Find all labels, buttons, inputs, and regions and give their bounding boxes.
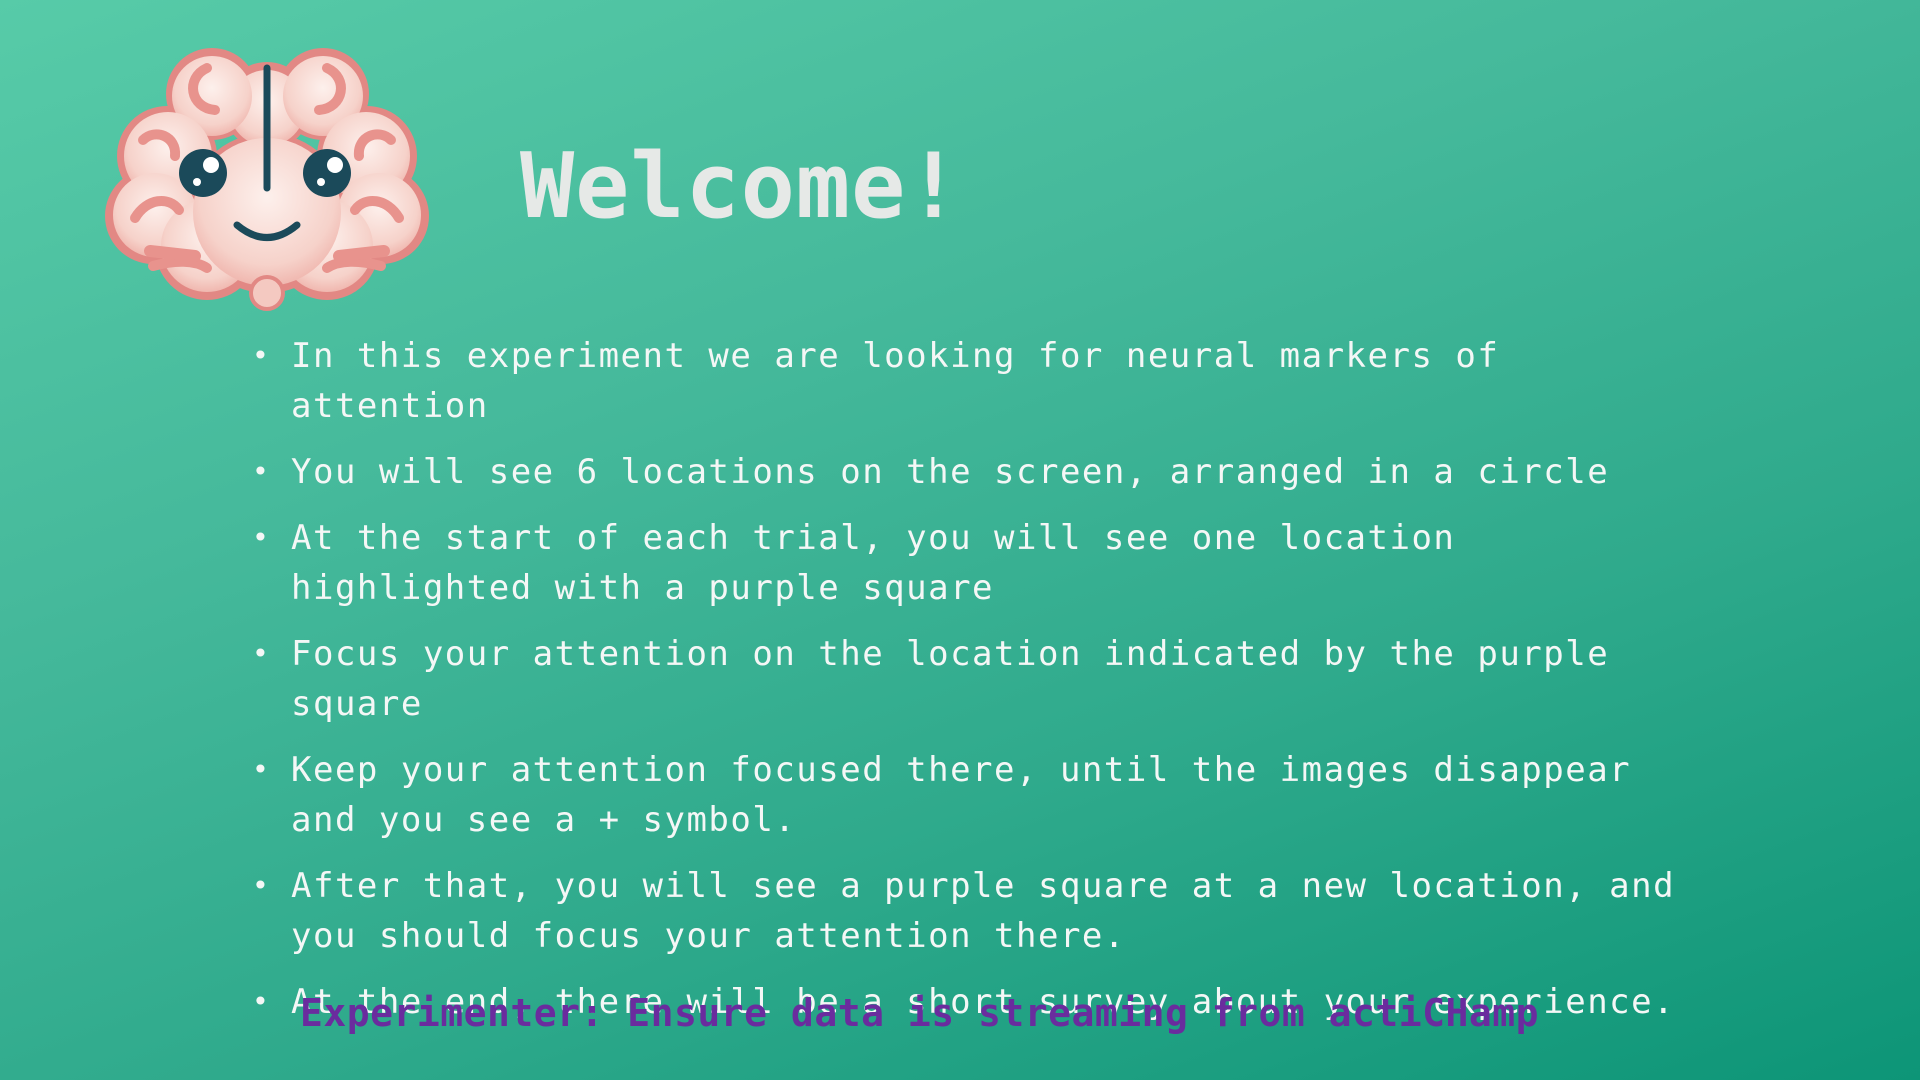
instruction-text: In this experiment we are looking for ne… <box>291 336 1500 426</box>
bullet-icon: • <box>252 985 271 1018</box>
bullet-icon: • <box>252 637 271 670</box>
instruction-text: After that, you will see a purple square… <box>291 866 1676 956</box>
bullet-icon: • <box>252 753 271 786</box>
instruction-text: Keep your attention focused there, until… <box>291 750 1632 840</box>
bullet-icon: • <box>252 339 271 372</box>
instruction-text: You will see 6 locations on the screen, … <box>291 452 1610 492</box>
bullet-icon: • <box>252 869 271 902</box>
instruction-item: • At the start of each trial, you will se… <box>252 513 1702 613</box>
page-title: Welcome! <box>520 134 962 239</box>
brain-thought-bubble <box>249 275 285 311</box>
instruction-item: • Keep your attention focused there, unti… <box>252 745 1702 845</box>
experimenter-notice: Experimenter: Ensure data is streaming f… <box>300 991 1540 1035</box>
brain-mascot-icon <box>105 48 429 311</box>
instruction-item: • You will see 6 locations on the screen,… <box>252 447 1702 497</box>
instruction-item: • Focus your attention on the location in… <box>252 629 1702 729</box>
bullet-icon: • <box>252 455 271 488</box>
instruction-list: • In this experiment we are looking for n… <box>252 331 1702 1043</box>
bullet-icon: • <box>252 521 271 554</box>
instruction-text: At the start of each trial, you will see… <box>291 518 1456 608</box>
instruction-text: Focus your attention on the location ind… <box>291 634 1610 724</box>
instruction-item: • In this experiment we are looking for n… <box>252 331 1702 431</box>
instruction-item: • After that, you will see a purple squar… <box>252 861 1702 961</box>
